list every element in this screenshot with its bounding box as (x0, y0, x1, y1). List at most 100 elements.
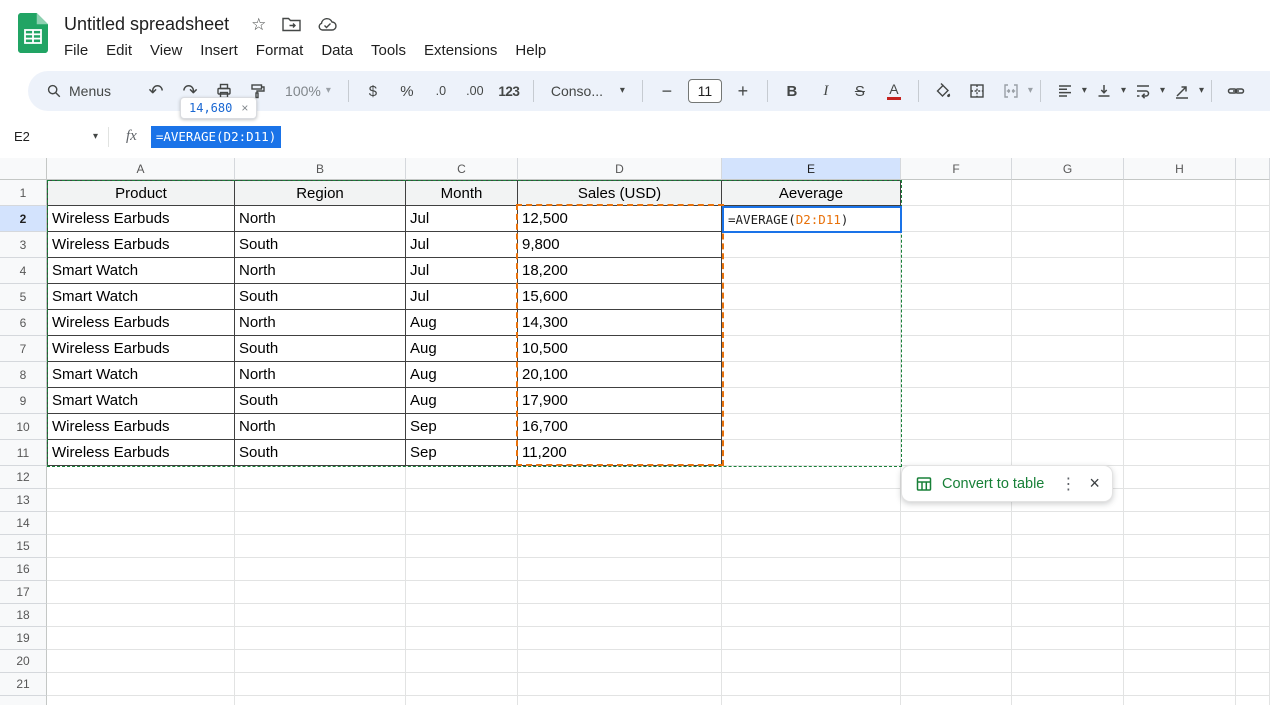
cell-G10[interactable] (1012, 414, 1124, 440)
cell-H17[interactable] (1124, 581, 1236, 604)
cell-E22[interactable] (722, 696, 901, 705)
cell-B17[interactable] (235, 581, 406, 604)
cell-H7[interactable] (1124, 336, 1236, 362)
cell-E15[interactable] (722, 535, 901, 558)
cell-C6[interactable]: Aug (406, 310, 518, 336)
cell-H20[interactable] (1124, 650, 1236, 673)
menu-extensions[interactable]: Extensions (415, 39, 506, 62)
text-wrap-dropdown-arrow-icon[interactable]: ▾ (1160, 86, 1165, 96)
cell-F18[interactable] (901, 604, 1012, 627)
cell-E14[interactable] (722, 512, 901, 535)
row-header-18[interactable]: 18 (0, 604, 47, 627)
vertical-align-button[interactable] (1091, 77, 1117, 105)
cell-B8[interactable]: North (235, 362, 406, 388)
cell-D21[interactable] (518, 673, 722, 696)
cell-A14[interactable] (47, 512, 235, 535)
increase-decimal-button[interactable]: .00 (462, 77, 488, 105)
cell-G4[interactable] (1012, 258, 1124, 284)
row-header-7[interactable]: 7 (0, 336, 47, 362)
menu-help[interactable]: Help (506, 39, 555, 62)
italic-button[interactable]: I (813, 77, 839, 105)
star-icon[interactable]: ☆ (251, 16, 266, 33)
cell-B1[interactable]: Region (235, 180, 406, 206)
fill-color-button[interactable] (930, 77, 956, 105)
menu-insert[interactable]: Insert (191, 39, 247, 62)
cell-G15[interactable] (1012, 535, 1124, 558)
cell-E18[interactable] (722, 604, 901, 627)
cell-F17[interactable] (901, 581, 1012, 604)
cell-E13[interactable] (722, 489, 901, 512)
decrease-font-size-button[interactable]: − (654, 77, 680, 105)
cell-C1[interactable]: Month (406, 180, 518, 206)
cell-D10[interactable]: 16,700 (518, 414, 722, 440)
column-header-D[interactable]: D (518, 158, 722, 180)
cell-B10[interactable]: North (235, 414, 406, 440)
row-header-3[interactable]: 3 (0, 232, 47, 258)
cell-C15[interactable] (406, 535, 518, 558)
row-header-4[interactable]: 4 (0, 258, 47, 284)
row-header-14[interactable]: 14 (0, 512, 47, 535)
cell-A21[interactable] (47, 673, 235, 696)
column-header-A[interactable]: A (47, 158, 235, 180)
cell-B20[interactable] (235, 650, 406, 673)
text-color-button[interactable]: A (881, 77, 907, 105)
cell-G22[interactable] (1012, 696, 1124, 705)
menu-view[interactable]: View (141, 39, 191, 62)
cell-E20[interactable] (722, 650, 901, 673)
cell-G16[interactable] (1012, 558, 1124, 581)
cell-F6[interactable] (901, 310, 1012, 336)
cell-F21[interactable] (901, 673, 1012, 696)
align-dropdown-arrow-icon[interactable]: ▾ (1082, 86, 1087, 96)
cell-A15[interactable] (47, 535, 235, 558)
cell-G7[interactable] (1012, 336, 1124, 362)
cell-G21[interactable] (1012, 673, 1124, 696)
cell-C19[interactable] (406, 627, 518, 650)
cell-D9[interactable]: 17,900 (518, 388, 722, 414)
cell-A6[interactable]: Wireless Earbuds (47, 310, 235, 336)
cell-H15[interactable] (1124, 535, 1236, 558)
cell-H13[interactable] (1124, 489, 1236, 512)
convert-to-table-popup[interactable]: Convert to table ⋮ × (901, 465, 1113, 502)
cell-G5[interactable] (1012, 284, 1124, 310)
column-header-G[interactable]: G (1012, 158, 1124, 180)
cell-H22[interactable] (1124, 696, 1236, 705)
cell-E7[interactable] (722, 336, 901, 362)
cell-D14[interactable] (518, 512, 722, 535)
row-header-12[interactable]: 12 (0, 466, 47, 489)
column-header-E[interactable]: E (722, 158, 901, 180)
cell-D1[interactable]: Sales (USD) (518, 180, 722, 206)
cell-F9[interactable] (901, 388, 1012, 414)
cell-B4[interactable]: North (235, 258, 406, 284)
cell-G1[interactable] (1012, 180, 1124, 206)
cell-A20[interactable] (47, 650, 235, 673)
menu-data[interactable]: Data (312, 39, 362, 62)
cell-E8[interactable] (722, 362, 901, 388)
cell-H12[interactable] (1124, 466, 1236, 489)
cell-D4[interactable]: 18,200 (518, 258, 722, 284)
cell-A4[interactable]: Smart Watch (47, 258, 235, 284)
cell-E11[interactable] (722, 440, 901, 466)
zoom-control[interactable]: 100% ▾ (285, 83, 331, 99)
cell-C20[interactable] (406, 650, 518, 673)
cell-B5[interactable]: South (235, 284, 406, 310)
active-cell-editor[interactable]: =AVERAGE(D2:D11) (722, 206, 902, 233)
cell-C9[interactable]: Aug (406, 388, 518, 414)
cell-F7[interactable] (901, 336, 1012, 362)
row-header-13[interactable]: 13 (0, 489, 47, 512)
preview-close-icon[interactable]: × (241, 102, 248, 114)
cell-G20[interactable] (1012, 650, 1124, 673)
cell-B18[interactable] (235, 604, 406, 627)
text-wrap-button[interactable] (1130, 77, 1156, 105)
undo-button[interactable]: ↶ (143, 77, 169, 105)
number-format-button[interactable]: 123 (496, 77, 522, 105)
cell-D15[interactable] (518, 535, 722, 558)
cell-B15[interactable] (235, 535, 406, 558)
merge-cells-button[interactable] (998, 77, 1024, 105)
cell-F1[interactable] (901, 180, 1012, 206)
row-header-16[interactable]: 16 (0, 558, 47, 581)
cell-D13[interactable] (518, 489, 722, 512)
cell-C17[interactable] (406, 581, 518, 604)
increase-font-size-button[interactable]: + (730, 77, 756, 105)
cell-F2[interactable] (901, 206, 1012, 232)
cell-F10[interactable] (901, 414, 1012, 440)
